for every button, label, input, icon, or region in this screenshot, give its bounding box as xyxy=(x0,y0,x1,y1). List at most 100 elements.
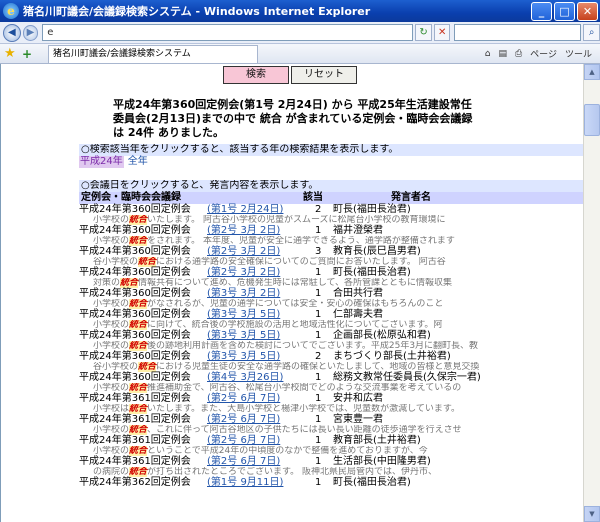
year-notice: ○検索該当年をクリックすると、該当する年の検索結果を表示します。 xyxy=(79,144,585,156)
row-date-link[interactable]: (第2号 6月 7日) xyxy=(207,456,280,467)
search-button[interactable]: 検索 xyxy=(223,66,289,84)
year-selected[interactable]: 平成24年 xyxy=(79,156,124,168)
excerpt-post: に向けて、統合後の学校施設の活用と地域活性化についてございます。阿 xyxy=(147,320,443,330)
search-icon[interactable]: ⌕ xyxy=(583,24,600,41)
excerpt-post: いたします。 阿古谷小学校の児童がスムーズに松尾台小学校の教育環境に xyxy=(147,215,446,225)
row-speaker: 町長(福田長治君) xyxy=(333,267,411,278)
excerpt-post: 後の跡地利用計画を含めた検討についてでございます。平成25年3月に翻町長、教 xyxy=(147,341,479,351)
table-row: 平成24年第361回定例会 (第2号 6月 7日) 1 宮東豊一君 xyxy=(79,414,585,425)
excerpt-highlight: 統合 xyxy=(129,446,148,456)
row-count: 1 xyxy=(315,267,322,278)
excerpt-pre: 小学校の xyxy=(93,320,130,330)
excerpt-post: 推進補助金で、阿古谷、松尾台小学校間でどのような交流事業を考えているの xyxy=(147,383,462,393)
row-date-link[interactable]: (第2号 6月 7日) xyxy=(207,414,280,425)
row-speaker: 安井和広君 xyxy=(333,393,383,404)
row-date-link[interactable]: (第1号 2月24日) xyxy=(207,204,283,215)
year-all-link[interactable]: 全年 xyxy=(128,156,148,168)
row-speaker: 総務文教常任委員長(久保宗一君) xyxy=(333,372,481,383)
row-date-link[interactable]: (第3号 3月 5日) xyxy=(207,330,280,341)
row-session: 平成24年第360回定例会 xyxy=(79,330,191,341)
row-session: 平成24年第360回定例会 xyxy=(79,288,191,299)
row-excerpt: 小学校の統合をされます。 本年度、児童が安全に通学できるよう、通学路が整備されま… xyxy=(79,236,585,246)
row-date-link[interactable]: (第3号 3月 5日) xyxy=(207,309,280,320)
scroll-up-icon[interactable]: ▲ xyxy=(584,64,600,80)
excerpt-highlight: 統合 xyxy=(129,215,148,225)
row-speaker: まちづくり部長(土井裕君) xyxy=(333,351,451,362)
row-date-link[interactable]: (第2号 3月 2日) xyxy=(207,267,280,278)
stop-icon[interactable]: ✕ xyxy=(433,24,451,41)
results-table: 平成24年第360回定例会 (第1号 2月24日) 2 町長(福田長治君) 小学校の統合… xyxy=(79,204,585,488)
row-speaker: 町長(福田長治君) xyxy=(333,204,411,215)
window-title: 猪名川町議会/会議録検索システム - Windows Internet Expl… xyxy=(23,5,371,18)
go-icon[interactable]: ↻ xyxy=(415,24,432,41)
row-date-link[interactable]: (第4号 3月26日) xyxy=(207,372,283,383)
row-speaker: 町長(福田長治君) xyxy=(333,477,411,488)
search-input[interactable] xyxy=(454,24,582,41)
add-favorite-icon[interactable]: + xyxy=(22,47,36,61)
table-row: 平成24年第361回定例会 (第2号 6月 7日) 1 生活部長(中田隆男君) xyxy=(79,456,585,467)
excerpt-highlight: 統合 xyxy=(129,404,148,414)
table-row: 平成24年第360回定例会 (第2号 3月 2日) 1 町長(福田長治君) xyxy=(79,267,585,278)
row-date-link[interactable]: (第2号 3月 2日) xyxy=(207,246,280,257)
favorites-star-icon[interactable]: ★ xyxy=(4,46,18,61)
address-toolbar: ◀ ▶ e ↻ ✕ ⌕ xyxy=(0,22,600,44)
window-titlebar: e 猪名川町議会/会議録検索システム - Windows Internet Ex… xyxy=(0,0,600,22)
row-excerpt: 谷小学校の統合における児童生徒の安全な通学路の確保といたしまして、地域の皆様と意… xyxy=(79,362,585,372)
address-input[interactable]: e xyxy=(42,24,414,41)
maximize-button[interactable]: □ xyxy=(554,1,575,21)
header-speaker: 発言者名 xyxy=(391,192,431,203)
reset-button[interactable]: リセット xyxy=(291,66,357,84)
row-date-link[interactable]: (第3号 3月 5日) xyxy=(207,351,280,362)
tab-current[interactable]: 猪名川町議会/会議録検索システム xyxy=(48,44,258,63)
row-date-link[interactable]: (第2号 3月 2日) xyxy=(207,225,280,236)
row-date-link[interactable]: (第3号 3月 2日) xyxy=(207,288,280,299)
row-excerpt: 小学校の統合に向けて、統合後の学校施設の活用と地域活性化についてございます。阿 xyxy=(79,320,585,330)
row-count: 2 xyxy=(315,351,322,362)
row-excerpt: 小学校の統合がなされるが、児童の通学については安全・安心の確保はもちろんのこと xyxy=(79,299,585,309)
tools-menu[interactable]: ツール xyxy=(565,47,592,60)
excerpt-highlight: 統合 xyxy=(129,341,148,351)
row-count: 1 xyxy=(315,372,322,383)
feeds-icon[interactable]: ▤ xyxy=(498,49,507,59)
close-button[interactable]: ✕ xyxy=(577,1,598,21)
row-session: 平成24年第360回定例会 xyxy=(79,246,191,257)
excerpt-highlight: 統合 xyxy=(129,383,148,393)
minimize-button[interactable]: _ xyxy=(531,1,552,21)
row-speaker: 教育部長(土井裕君) xyxy=(333,435,421,446)
row-count: 1 xyxy=(315,393,322,404)
print-icon[interactable]: ⎙ xyxy=(515,49,522,59)
row-excerpt: の病院の統合が打ち出されたところでございます。 阪神北県民局管内では、伊丹市、 xyxy=(79,467,585,477)
row-session: 平成24年第360回定例会 xyxy=(79,351,191,362)
row-session: 平成24年第360回定例会 xyxy=(79,267,191,278)
row-date-link[interactable]: (第2号 6月 7日) xyxy=(207,393,280,404)
table-row: 平成24年第360回定例会 (第2号 3月 2日) 1 福井澄榮君 xyxy=(79,225,585,236)
vertical-scrollbar[interactable]: ▲ ▼ xyxy=(583,64,600,522)
excerpt-pre: 小学校は xyxy=(93,404,130,414)
result-summary: 平成24年第360回定例会(第1号 2月24日) から 平成25年生活建設常任委… xyxy=(113,98,473,139)
row-excerpt: 小学校の統合ということで平成24年の中頃度のなかで整備を進めておりますが、今 xyxy=(79,446,585,456)
page-menu[interactable]: ページ xyxy=(530,47,557,60)
home-icon[interactable]: ⌂ xyxy=(485,49,491,59)
row-count: 1 xyxy=(315,414,322,425)
row-date-link[interactable]: (第1号 9月11日) xyxy=(207,477,283,488)
scroll-thumb[interactable] xyxy=(584,104,600,136)
row-count: 1 xyxy=(315,225,322,236)
date-notice: ○会議日をクリックすると、発言内容を表示します。 xyxy=(79,180,585,192)
row-date-link[interactable]: (第2号 6月 7日) xyxy=(207,435,280,446)
excerpt-post: における児童生徒の安全な通学路の確保といたしまして、地域の皆様と意見交換 xyxy=(156,362,480,372)
table-row: 平成24年第360回定例会 (第2号 3月 2日) 3 教育長(辰巳昌男君) xyxy=(79,246,585,257)
row-session: 平成24年第360回定例会 xyxy=(79,204,191,215)
row-excerpt: 小学校の統合、これに伴って阿古谷地区の子供たちには長い長い距離の徒歩通学を行えさ… xyxy=(79,425,585,435)
excerpt-post: いたします。また、大島小学校と楊津小学校では、児童数が激減しています。 xyxy=(147,404,460,414)
row-speaker: 福井澄榮君 xyxy=(333,225,383,236)
excerpt-pre: 小学校の xyxy=(93,425,130,435)
table-row: 平成24年第360回定例会 (第1号 2月24日) 2 町長(福田長治君) xyxy=(79,204,585,215)
excerpt-pre: 谷小学校の xyxy=(93,362,139,372)
row-excerpt: 小学校の統合後の跡地利用計画を含めた検討についてでございます。平成25年3月に翻… xyxy=(79,341,585,351)
scroll-down-icon[interactable]: ▼ xyxy=(584,506,600,522)
excerpt-pre: 小学校の xyxy=(93,236,130,246)
forward-icon[interactable]: ▶ xyxy=(22,24,39,41)
excerpt-highlight: 統合 xyxy=(129,467,148,477)
excerpt-post: 情報共有について進め、危機発生時には常駐して、各所管課とともに情報収集 xyxy=(138,278,453,288)
back-icon[interactable]: ◀ xyxy=(3,23,21,42)
